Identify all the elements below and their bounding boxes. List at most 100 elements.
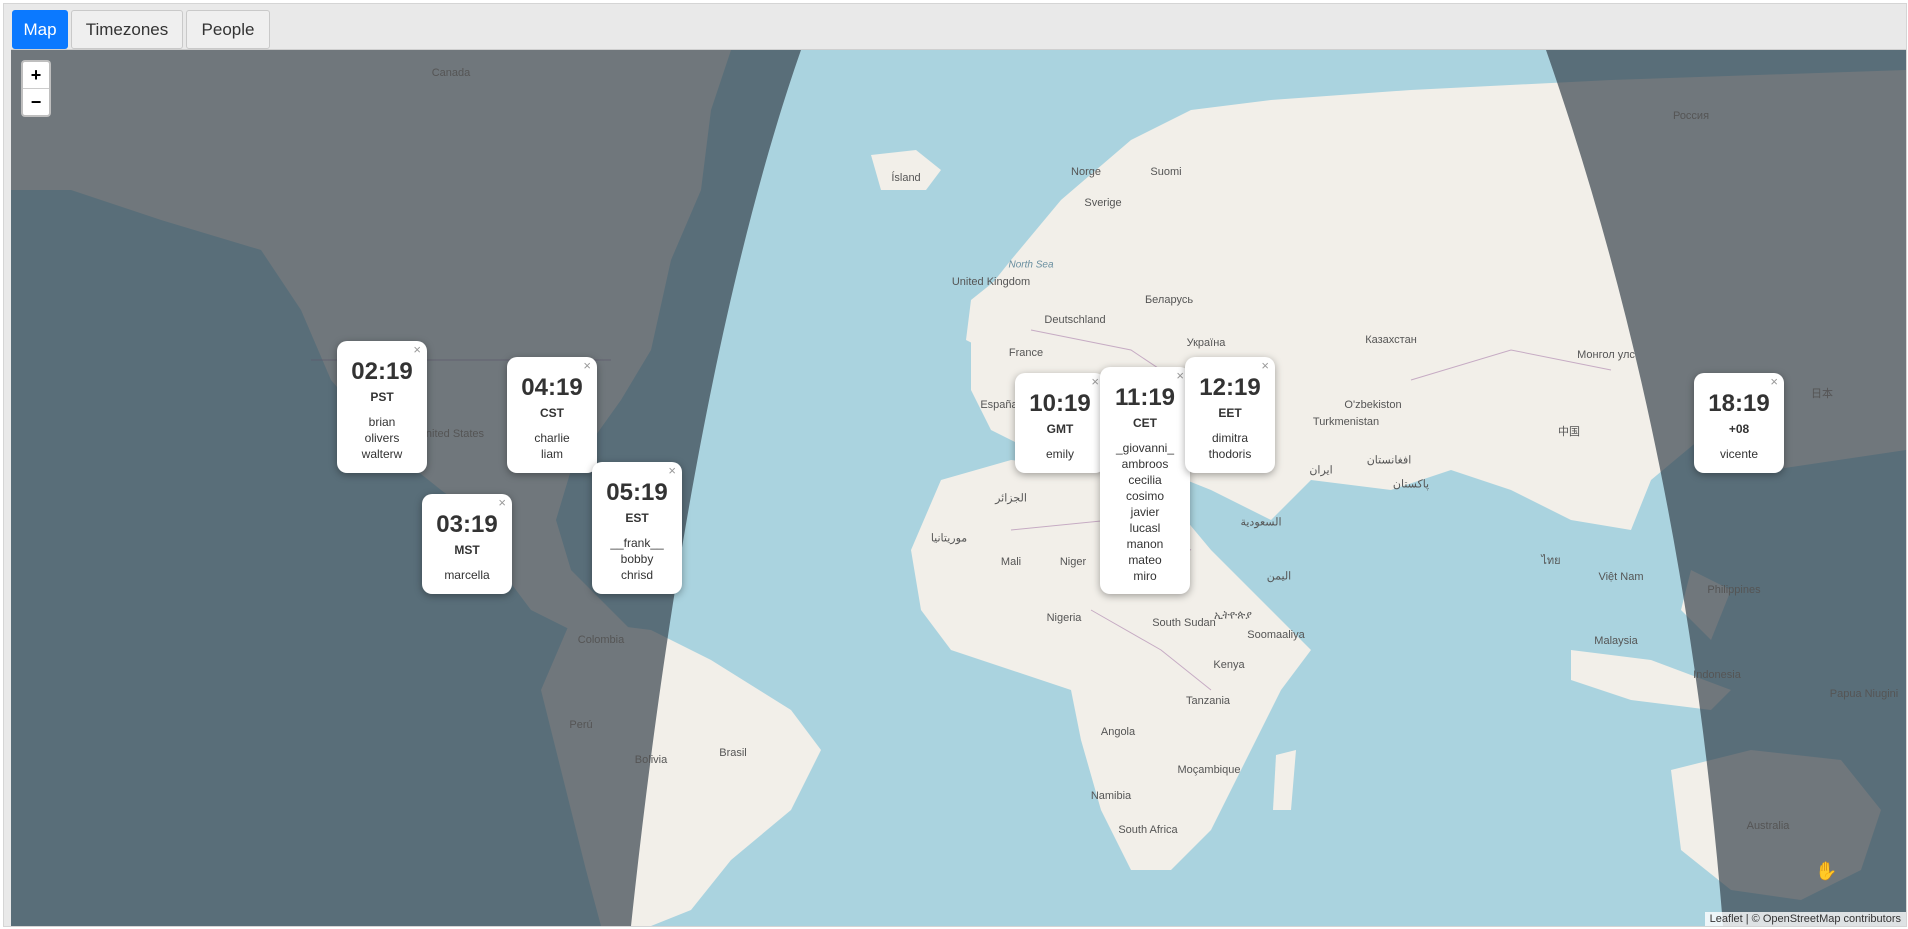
person-name: vicente: [1719, 447, 1759, 461]
person-name: manon: [1126, 537, 1164, 551]
label-colombia: Colombia: [577, 634, 625, 646]
popup-time: 05:19: [606, 479, 668, 506]
label-island: Ísland: [891, 172, 921, 184]
timezone-popup-est: × 05:19 EST __frank__ bobby chrisd: [592, 462, 682, 594]
label-saudi-arabia: السعودية: [1240, 516, 1282, 529]
tab-map[interactable]: Map: [12, 10, 68, 49]
world-map[interactable]: Canada United States Colombia Perú Boliv…: [11, 49, 1906, 926]
person-name: javier: [1130, 505, 1160, 519]
popup-zone: EST: [625, 511, 649, 525]
label-united-states: United States: [417, 428, 485, 440]
zoom-control: + −: [21, 60, 51, 117]
popup-time: 03:19: [436, 511, 498, 538]
timezone-popup-mst: × 03:19 MST marcella: [422, 494, 512, 594]
popup-zone: +08: [1728, 422, 1750, 436]
person-name: olivers: [364, 431, 400, 445]
label-mauritania: موريتانيا: [930, 532, 968, 545]
label-bolivia: Bolivia: [634, 754, 668, 766]
label-namibia: Namibia: [1090, 790, 1132, 802]
close-icon[interactable]: ×: [1770, 374, 1778, 389]
label-belarus: Беларусь: [1144, 294, 1194, 306]
timezone-popup-eet: × 12:19 EET dimitra thodoris: [1185, 357, 1275, 473]
person-name: emily: [1045, 447, 1074, 461]
label-russia: Россия: [1672, 110, 1710, 122]
close-icon[interactable]: ×: [498, 495, 506, 510]
person-name: bobby: [620, 552, 654, 566]
label-papua-new-guinea: Papua Niugini: [1829, 688, 1899, 700]
tab-people[interactable]: People: [186, 10, 270, 49]
label-peru: Perú: [569, 719, 593, 731]
label-canada: Canada: [431, 67, 471, 79]
label-mongolia: Монгол улс: [1577, 349, 1635, 361]
label-south-africa: South Africa: [1118, 824, 1178, 836]
popup-zone: MST: [454, 543, 480, 557]
zoom-out-button[interactable]: −: [23, 88, 49, 115]
label-suomi: Suomi: [1150, 166, 1182, 178]
popup-time: 18:19: [1708, 390, 1770, 417]
label-afghanistan: افغانستان: [1366, 454, 1412, 467]
label-china: 中国: [1558, 426, 1580, 438]
person-name: chrisd: [620, 568, 653, 582]
close-icon[interactable]: ×: [1176, 368, 1184, 383]
popup-zone: CST: [540, 406, 564, 420]
label-niger: Niger: [1059, 556, 1087, 568]
label-angola: Angola: [1100, 726, 1136, 738]
person-name: cosimo: [1125, 489, 1164, 503]
map-attribution[interactable]: Leaflet | © OpenStreetMap contributors: [1704, 912, 1906, 926]
map-tiles: [11, 50, 1906, 926]
label-nigeria: Nigeria: [1046, 612, 1082, 624]
popup-time: 04:19: [521, 374, 583, 401]
close-icon[interactable]: ×: [668, 463, 676, 478]
popup-zone: GMT: [1046, 422, 1074, 436]
label-turkmenistan: Turkmenistan: [1312, 416, 1380, 428]
zoom-in-button[interactable]: +: [23, 62, 49, 88]
close-icon[interactable]: ×: [413, 342, 421, 357]
tab-timezones[interactable]: Timezones: [71, 10, 183, 49]
person-name: dimitra: [1211, 431, 1248, 445]
label-australia: Australia: [1746, 820, 1790, 832]
popup-time: 02:19: [351, 358, 413, 385]
popup-zone: PST: [370, 390, 394, 404]
label-deutschland: Deutschland: [1044, 314, 1106, 326]
label-indonesia: Indonesia: [1693, 669, 1741, 681]
person-name: cecilia: [1128, 473, 1162, 487]
timezone-popup-cet: × 11:19 CET _giovanni_ ambroos cecilia c…: [1100, 367, 1190, 594]
label-brasil: Brasil: [719, 747, 747, 759]
label-pakistan: پاکستان: [1392, 478, 1430, 491]
label-thailand: ไทย: [1541, 555, 1561, 567]
popup-time: 10:19: [1029, 390, 1091, 417]
person-name: walterw: [361, 447, 403, 461]
label-vietnam: Việt Nam: [1598, 571, 1644, 583]
person-name: liam: [540, 447, 563, 461]
label-south-sudan: South Sudan: [1152, 617, 1216, 629]
label-tanzania: Tanzania: [1185, 695, 1231, 707]
person-name: miro: [1133, 569, 1157, 583]
label-north-sea: North Sea: [1008, 259, 1054, 271]
label-mozambique: Moçambique: [1177, 764, 1241, 776]
label-philippines: Philippines: [1707, 584, 1761, 596]
label-iran: ایران: [1309, 464, 1333, 477]
person-name: __frank__: [610, 536, 664, 550]
label-mali: Mali: [1000, 556, 1022, 568]
label-sverige: Sverige: [1084, 197, 1122, 209]
popup-time: 11:19: [1114, 384, 1176, 411]
close-icon[interactable]: ×: [1091, 374, 1099, 389]
label-france: France: [1008, 347, 1044, 359]
close-icon[interactable]: ×: [1261, 358, 1269, 373]
tab-bar: Map Timezones People: [4, 4, 1906, 49]
person-name: brian: [368, 415, 396, 429]
close-icon[interactable]: ×: [583, 358, 591, 373]
timezone-popup-gmt: × 10:19 GMT emily: [1015, 373, 1105, 473]
hand-cursor-icon: ✋: [1815, 861, 1838, 881]
label-malaysia: Malaysia: [1594, 635, 1638, 647]
label-ethiopia: ኢትዮጵያ: [1214, 609, 1252, 622]
popup-time: 12:19: [1199, 374, 1261, 401]
timezone-popup-pst: × 02:19 PST brian olivers walterw: [337, 341, 427, 473]
label-norge: Norge: [1071, 166, 1101, 178]
label-ukraine: Україна: [1186, 337, 1226, 349]
popup-zone: EET: [1218, 406, 1242, 420]
timezone-popup-plus08: × 18:19 +08 vicente: [1694, 373, 1784, 473]
label-united-kingdom: United Kingdom: [951, 276, 1031, 288]
person-name: mateo: [1128, 553, 1162, 567]
label-kenya: Kenya: [1213, 659, 1245, 671]
